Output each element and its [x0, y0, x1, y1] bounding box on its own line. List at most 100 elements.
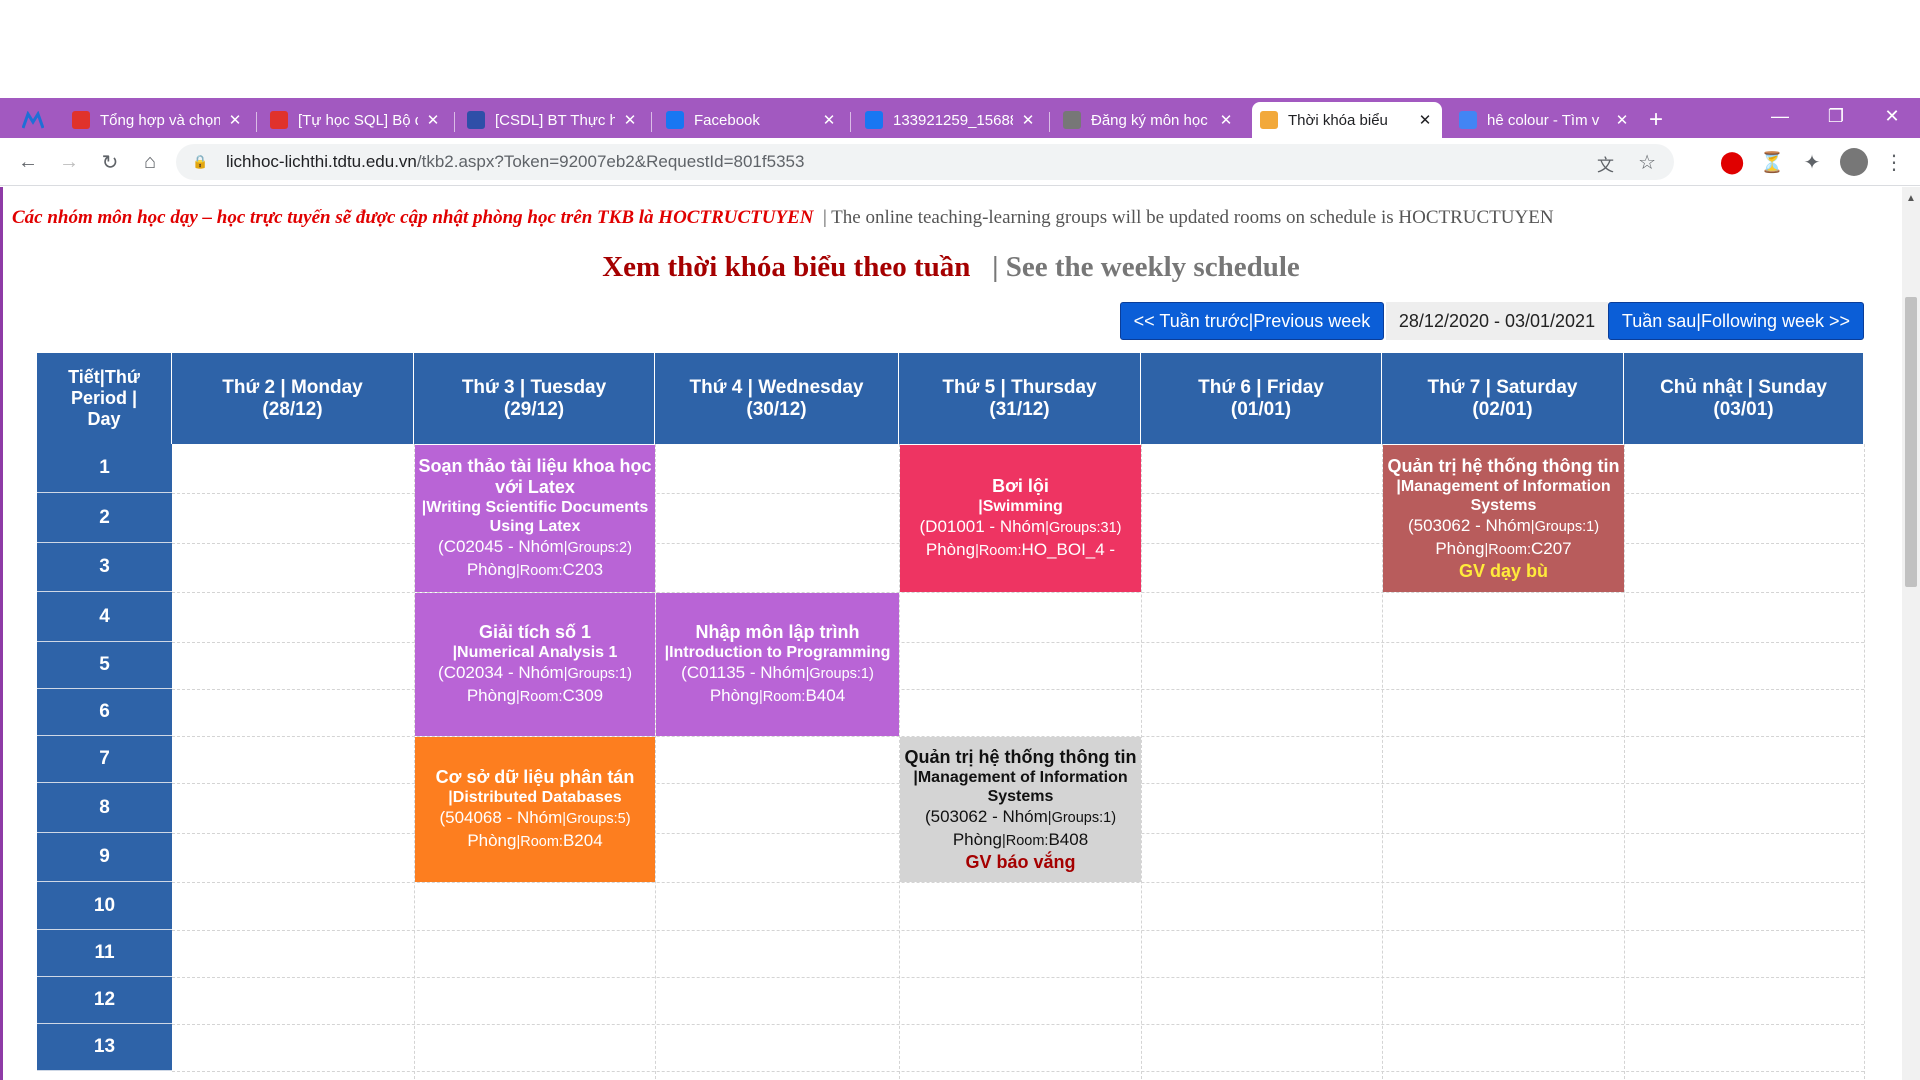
home-button[interactable]: ⌂	[136, 148, 164, 176]
profile-avatar[interactable]	[1840, 148, 1868, 176]
close-tab-icon[interactable]: ✕	[424, 111, 442, 129]
class-block[interactable]: Quản trị hệ thống thông tin |Management o…	[900, 737, 1141, 882]
forward-button[interactable]: →	[55, 148, 83, 176]
group-number: |Groups:1)	[1047, 810, 1117, 826]
row-divider	[172, 1024, 1864, 1025]
title-en: | See the weekly schedule	[992, 251, 1300, 283]
corner-header: Tiết|Thứ Period | Day	[37, 353, 172, 444]
bookmark-star-icon[interactable]: ☆	[1638, 150, 1656, 175]
course-name: Nhập môn lập trình	[695, 621, 860, 642]
translate-icon[interactable]: 文	[1597, 151, 1614, 176]
course-code-group: (C02045 - Nhóm|Groups:2)	[438, 536, 632, 559]
course-code-group: (D01001 - Nhóm|Groups:31)	[920, 516, 1122, 539]
globe-icon	[1063, 111, 1081, 129]
row-divider	[172, 882, 1864, 883]
course-name-en: |Management of Information Systems	[1396, 478, 1611, 514]
class-block[interactable]: Nhập môn lập trình |Introduction to Progr…	[656, 593, 899, 736]
room-label-en: |Room:	[516, 688, 563, 705]
class-block[interactable]: Bơi lội |Swimming (D01001 - Nhóm|Groups:31…	[900, 445, 1141, 592]
following-week-button[interactable]: Tuần sau|Following week >>	[1608, 302, 1864, 340]
class-block[interactable]: Quản trị hệ thống thông tin |Management o…	[1383, 445, 1624, 592]
tab-title: 133921259_15688	[893, 111, 1013, 129]
tab-title: [CSDL] BT Thực hà	[495, 111, 615, 129]
tab-separator	[850, 112, 851, 132]
group-number: |Groups:1)	[805, 665, 874, 682]
app-logo-icon[interactable]	[14, 102, 56, 138]
close-tab-icon[interactable]: ✕	[820, 111, 838, 129]
browser-tab[interactable]: hê colour - Tìm v ✕	[1451, 102, 1639, 138]
close-tab-icon[interactable]: ✕	[1416, 111, 1434, 129]
room-label-vi: Phòng	[1435, 539, 1485, 558]
course-name-en: |Swimming	[978, 497, 1063, 515]
close-tab-icon[interactable]: ✕	[1613, 111, 1631, 129]
day-date: (28/12)	[262, 398, 323, 420]
course-code: (C02034 - Nhóm	[438, 662, 564, 682]
row-divider	[172, 977, 1864, 978]
browser-tab[interactable]: Thời khóa biểu ✕	[1252, 102, 1442, 138]
download-extension-icon[interactable]: ⏳	[1758, 148, 1786, 176]
room-name: B204	[562, 830, 603, 850]
browser-tab[interactable]: Facebook ✕	[658, 102, 846, 138]
close-tab-icon[interactable]: ✕	[1217, 111, 1235, 129]
gift-icon	[1260, 111, 1278, 129]
class-block[interactable]: Cơ sở dữ liệu phân tán |Distributed Datab…	[415, 737, 655, 882]
class-block[interactable]: Soạn thảo tài liệu khoa học với Latex |Wr…	[415, 445, 655, 592]
day-name: Chủ nhật | Sunday	[1660, 376, 1827, 398]
browser-menu-icon[interactable]: ⋮	[1880, 148, 1908, 176]
scroll-up-arrow-icon[interactable]: ▲	[1906, 193, 1916, 204]
day-date: (01/01)	[1230, 398, 1292, 420]
minimize-window-button[interactable]: —	[1752, 98, 1808, 134]
course-code: (C01135 - Nhóm	[681, 662, 806, 682]
reload-button[interactable]: ↻	[96, 148, 124, 176]
room-label-en: |Room:	[758, 688, 806, 705]
day-header: Thứ 5 | Thursday (31/12)	[899, 353, 1141, 444]
tab-title: Tổng hợp và chọn	[100, 111, 220, 129]
page-left-border	[0, 187, 3, 1080]
close-window-button[interactable]: ✕	[1864, 98, 1920, 134]
day-date: (30/12)	[746, 398, 807, 420]
browser-tab[interactable]: Tổng hợp và chọn ✕	[64, 102, 252, 138]
scrollbar-thumb[interactable]	[1905, 297, 1917, 587]
course-code: (503062 - Nhóm	[1407, 516, 1531, 535]
address-bar[interactable]: 🔒 lichhoc-lichthi.tdtu.edu.vn/tkb2.aspx?…	[176, 144, 1674, 180]
browser-tab[interactable]: Đăng ký môn học ✕	[1055, 102, 1243, 138]
room-info: Phòng|Room:B204	[467, 830, 602, 853]
class-block[interactable]: Giải tích số 1 |Numerical Analysis 1 (C020…	[415, 593, 655, 736]
column-divider	[1624, 444, 1625, 1080]
course-code: (C02045 - Nhóm	[438, 536, 564, 556]
page-scrollbar[interactable]: ▲	[1902, 187, 1920, 1080]
group-number: |Groups:1)	[1530, 519, 1600, 535]
browser-tab[interactable]: [CSDL] BT Thực hà ✕	[459, 102, 647, 138]
tab-title: Facebook	[694, 111, 760, 129]
room-label-en: |Room:	[516, 833, 563, 850]
room-name: HO_BOI_4 -	[1021, 539, 1116, 559]
tab-separator	[256, 112, 257, 132]
close-tab-icon[interactable]: ✕	[226, 111, 244, 129]
extensions-puzzle-icon[interactable]: ✦	[1798, 148, 1826, 176]
course-name-en: |Writing Scientific Documents Using Late…	[421, 498, 649, 535]
course-code: (D01001 - Nhóm	[919, 516, 1046, 536]
day-name: Thứ 3 | Tuesday	[461, 376, 607, 398]
day-date: (03/01)	[1713, 398, 1774, 420]
corner-line-2: Period |	[70, 388, 138, 408]
close-tab-icon[interactable]: ✕	[621, 111, 639, 129]
lock-icon[interactable]: 🔒	[192, 154, 208, 170]
course-code: (503062 - Nhóm	[924, 807, 1048, 826]
room-label-vi: Phòng	[466, 559, 517, 579]
close-tab-icon[interactable]: ✕	[1019, 111, 1037, 129]
row-divider	[172, 930, 1864, 931]
back-button[interactable]: ←	[14, 148, 42, 176]
facebook-icon	[865, 111, 883, 129]
browser-tab[interactable]: 133921259_15688 ✕	[857, 102, 1045, 138]
restore-window-button[interactable]: ❐	[1808, 98, 1864, 134]
previous-week-button[interactable]: << Tuần trước|Previous week	[1120, 302, 1384, 340]
day-header: Thứ 7 | Saturday (02/01)	[1382, 353, 1624, 444]
browser-tab[interactable]: [Tự học SQL] Bộ đ ✕	[262, 102, 450, 138]
room-label-en: |Room:	[975, 542, 1022, 559]
day-name: Thứ 7 | Saturday	[1427, 376, 1578, 398]
tab-separator	[651, 112, 652, 132]
adblock-extension-icon[interactable]: ⬤	[1718, 148, 1746, 176]
period-number: 5	[37, 642, 172, 689]
new-tab-button[interactable]: +	[1636, 102, 1676, 138]
group-number: |Groups:1)	[563, 665, 632, 682]
